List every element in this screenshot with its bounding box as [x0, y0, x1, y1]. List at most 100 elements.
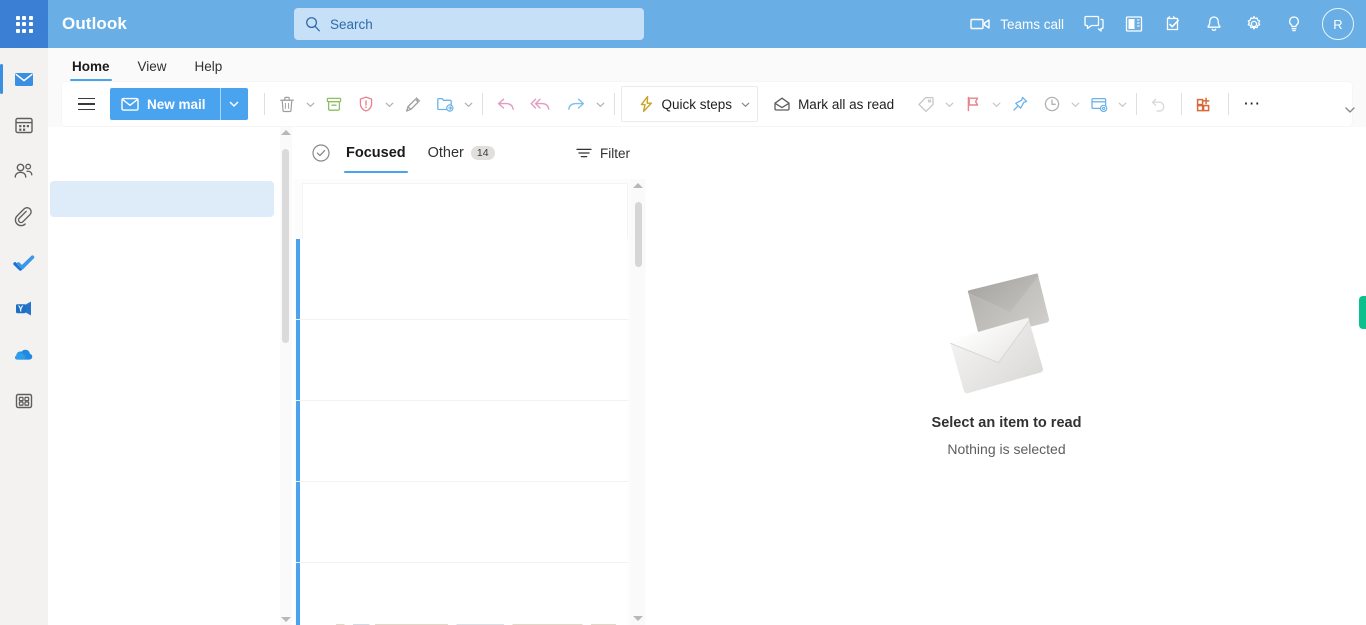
avatar[interactable]: R: [1322, 8, 1354, 40]
cloud-icon: [14, 349, 33, 360]
app-launcher-button[interactable]: [0, 0, 48, 48]
tab-focused-label: Focused: [346, 145, 406, 161]
mark-all-as-read-button[interactable]: Mark all as read: [766, 86, 900, 122]
my-day-button[interactable]: [1154, 0, 1194, 48]
lightning-bolt-icon: [640, 95, 652, 113]
new-mail-button[interactable]: New mail: [110, 88, 220, 120]
list-item[interactable]: [296, 239, 628, 320]
list-item[interactable]: [302, 183, 628, 239]
reply-button[interactable]: [489, 86, 523, 122]
sidebar-item-onedrive[interactable]: [0, 332, 48, 378]
other-count-badge: 14: [470, 145, 495, 161]
scroll-up-arrow[interactable]: [281, 130, 291, 135]
tips-button[interactable]: [1274, 0, 1314, 48]
forward-button[interactable]: [559, 86, 593, 122]
pin-icon: [1013, 96, 1028, 111]
scroll-up-arrow[interactable]: [633, 183, 643, 188]
menu-button[interactable]: [68, 86, 104, 122]
top-header: Outlook Teams call: [0, 0, 1366, 48]
folder-pane-scroll-thumb[interactable]: [282, 149, 289, 343]
chevron-down-icon: [945, 102, 954, 107]
sidebar-item-calendar[interactable]: [0, 102, 48, 148]
mark-all-as-read-label: Mark all as read: [798, 96, 895, 112]
flag-icon: [967, 96, 979, 112]
settings-button[interactable]: [1234, 0, 1274, 48]
shield-icon: [359, 96, 372, 112]
more-commands-button[interactable]: ⋯: [1235, 86, 1269, 122]
list-item[interactable]: [296, 401, 628, 482]
quick-steps-dropdown[interactable]: [738, 99, 753, 110]
tab-other[interactable]: Other 14: [424, 136, 499, 170]
tab-other-label: Other: [427, 145, 464, 161]
search-input[interactable]: [330, 16, 634, 32]
chevron-down-icon: [1071, 102, 1080, 107]
list-item[interactable]: [296, 482, 628, 563]
bell-icon: [1207, 16, 1221, 32]
undo-button[interactable]: [1143, 86, 1175, 122]
get-addins-button[interactable]: [1188, 86, 1222, 122]
quick-steps-button[interactable]: Quick steps: [630, 86, 739, 122]
tab-home[interactable]: Home: [62, 59, 120, 81]
rules-icon: [1091, 97, 1108, 113]
divider: [1181, 93, 1183, 115]
delete-button[interactable]: [271, 86, 303, 122]
pin-button[interactable]: [1004, 86, 1036, 122]
teams-call-button[interactable]: Teams call: [964, 0, 1074, 48]
flag-dropdown[interactable]: [989, 99, 1004, 110]
search-box[interactable]: [294, 8, 644, 40]
calendar-icon: [15, 117, 33, 134]
chat-button[interactable]: [1074, 0, 1114, 48]
lightbulb-icon: [1289, 16, 1299, 32]
folder-pane: [48, 127, 292, 625]
new-mail-dropdown-button[interactable]: [219, 88, 248, 120]
rules-dropdown[interactable]: [1115, 99, 1130, 110]
gear-icon: [1247, 15, 1261, 30]
addins-grid-icon: [1196, 97, 1210, 112]
sweep-button[interactable]: [397, 86, 429, 122]
report-dropdown[interactable]: [382, 99, 397, 110]
feedback-edge-tab[interactable]: [1359, 296, 1366, 329]
filter-button[interactable]: Filter: [575, 146, 630, 161]
yammer-icon: Y: [16, 301, 31, 316]
sidebar-item-files[interactable]: [0, 194, 48, 240]
list-item[interactable]: [296, 563, 628, 625]
sidebar-item-people[interactable]: [0, 148, 48, 194]
sidebar-item-yammer[interactable]: Y: [0, 286, 48, 332]
flag-button[interactable]: [957, 86, 989, 122]
empty-state-title: Select an item to read: [931, 414, 1082, 431]
move-to-dropdown[interactable]: [461, 99, 476, 110]
tag-dropdown[interactable]: [942, 99, 957, 110]
chevron-down-icon: [1118, 102, 1127, 107]
scroll-down-arrow[interactable]: [281, 617, 291, 622]
forward-dropdown[interactable]: [593, 99, 608, 110]
message-list-scroll-thumb[interactable]: [635, 202, 642, 267]
scroll-down-arrow[interactable]: [633, 616, 643, 621]
mail-icon: [15, 73, 33, 86]
reply-all-button[interactable]: [523, 86, 559, 122]
tab-help[interactable]: Help: [185, 59, 233, 81]
delete-dropdown[interactable]: [303, 99, 318, 110]
sidebar-item-apps[interactable]: [0, 378, 48, 424]
archive-button[interactable]: [318, 86, 350, 122]
report-button[interactable]: [350, 86, 382, 122]
select-all-button[interactable]: [306, 138, 336, 168]
sidebar-item-mail[interactable]: [0, 56, 48, 102]
move-to-button[interactable]: [429, 86, 461, 122]
snooze-button[interactable]: [1036, 86, 1068, 122]
tag-button[interactable]: [910, 86, 942, 122]
reply-icon: [497, 98, 514, 110]
envelopes-illustration: [948, 272, 1049, 393]
collapse-ribbon-button[interactable]: [1340, 100, 1360, 120]
divider: [481, 93, 483, 115]
rules-button[interactable]: [1083, 86, 1115, 122]
folder-item-selected[interactable]: [50, 181, 274, 217]
tab-focused[interactable]: Focused: [342, 136, 410, 173]
tab-view[interactable]: View: [128, 59, 177, 81]
list-item[interactable]: [296, 320, 628, 401]
sidebar-item-to-do[interactable]: [0, 240, 48, 286]
open-envelope-icon: [774, 97, 790, 111]
notifications-button[interactable]: [1194, 0, 1234, 48]
to-do-icon: [1166, 16, 1179, 31]
snooze-dropdown[interactable]: [1068, 99, 1083, 110]
office-apps-button[interactable]: [1114, 0, 1154, 48]
